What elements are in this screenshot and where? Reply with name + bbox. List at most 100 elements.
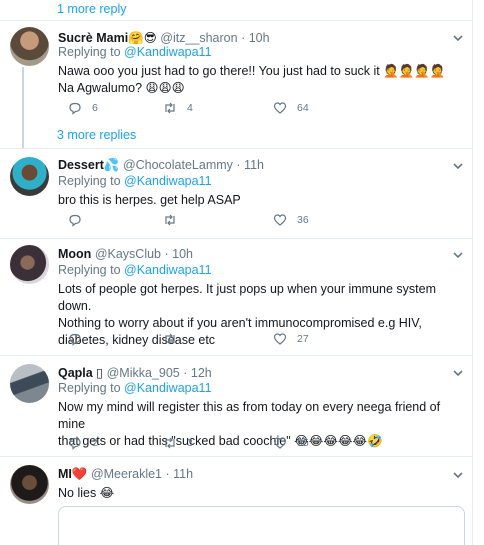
user-handle[interactable]: @ChocolateLammy [123,158,233,172]
tweet-header: MI❤️ @Meerakle1 · 11h [58,467,193,482]
heart-icon [273,333,287,345]
like-count: 27 [297,333,309,345]
tweet-text: No lies 😂 [58,485,466,502]
chevron-down-icon[interactable] [451,248,465,262]
tweet-text: Nawa ooo you just had to go there!! You … [58,63,466,97]
display-name[interactable]: Sucrè Mami [58,31,128,45]
reply-thread: 1 more reply Sucrè Mami🤗😎 @itz__sharon ·… [0,0,473,545]
separator-dot: · [183,366,188,380]
reply-button[interactable]: 6 [68,101,98,115]
avatar[interactable] [10,27,49,66]
replying-to-prefix: Replying to [58,381,125,395]
timestamp[interactable]: 10h [172,247,193,261]
separator-dot: · [236,158,241,172]
reply-tweet[interactable]: Moon @KaysClub · 10h Replying to @Kandiw… [0,239,473,356]
display-name[interactable]: Dessert [58,158,104,172]
timestamp[interactable]: 11h [173,467,193,481]
tweet-text-line: bro this is herpes. get help ASAP [58,193,241,207]
timestamp[interactable]: 10h [249,31,270,45]
name-emoji: ▯ [96,366,104,380]
tweet-header: Moon @KaysClub · 10h [58,247,193,261]
display-name[interactable]: Moon [58,247,91,261]
chevron-down-icon[interactable] [451,159,465,173]
reply-tweet[interactable]: Dessert💦 @ChocolateLammy · 11h Replying … [0,149,473,239]
chevron-down-icon[interactable] [451,366,465,380]
avatar[interactable] [10,465,49,504]
replying-to-prefix: Replying to [58,174,125,188]
name-emoji: 🤗😎 [128,31,157,45]
like-button[interactable]: 36 [273,213,309,227]
chevron-down-icon[interactable] [451,31,465,45]
tweet-text-line: No lies 😂 [58,486,115,500]
reply-count: 2 [92,437,98,449]
tweet-text-line: Nawa ooo you just had to go there!! You … [58,64,446,78]
like-button[interactable]: 85 [273,436,309,450]
name-emoji: ❤️ [71,467,88,481]
user-handle[interactable]: @Meerakle1 [91,467,162,481]
avatar[interactable] [10,245,49,284]
replying-to: Replying to @Kandiwapa11 [58,174,212,188]
reply-button[interactable] [68,332,92,346]
tweet-text: bro this is herpes. get help ASAP [58,192,466,209]
retweet-button[interactable] [163,332,187,346]
retweet-button[interactable]: 3 [163,436,193,450]
reply-count: 6 [92,102,98,114]
tweet-text-line: Na Agwalumo? 😩😩😩 [58,81,185,95]
replying-to-link[interactable]: @Kandiwapa11 [124,381,212,395]
reply-icon [69,437,81,450]
embedded-card[interactable] [58,506,465,545]
replying-to-link[interactable]: @Kandiwapa11 [124,174,212,188]
name-emoji: 💦 [103,158,120,172]
retweet-icon [165,437,175,449]
reply-button[interactable]: 2 [68,436,98,450]
thread-connector [22,67,24,149]
display-name[interactable]: MI [58,467,72,481]
heart-icon [273,214,287,226]
timestamp[interactable]: 12h [191,366,212,380]
replying-to-link[interactable]: @Kandiwapa11 [124,45,212,59]
replying-to-prefix: Replying to [58,45,125,59]
reply-icon [69,102,81,115]
reply-button[interactable] [68,213,92,227]
user-handle[interactable]: @itz__sharon [160,31,237,45]
retweet-count: 3 [187,437,193,449]
timestamp[interactable]: 11h [244,158,264,172]
show-more-replies-link[interactable]: 1 more reply [57,2,126,16]
user-handle[interactable]: @Mikka_905 [107,366,180,380]
chevron-down-icon[interactable] [451,468,465,482]
replying-to-link[interactable]: @Kandiwapa11 [124,263,212,277]
avatar[interactable] [10,364,49,403]
replying-to: Replying to @Kandiwapa11 [58,45,212,59]
tweet-actions: 6 4 64 [68,101,348,117]
like-button[interactable]: 64 [273,101,309,115]
reply-icon [69,214,81,227]
tweet-actions: 2 3 85 [68,436,348,452]
retweet-count: 4 [187,102,193,114]
separator-dot: · [165,467,170,481]
tweet-text-line: Now my mind will register this as from t… [58,400,441,431]
replying-to: Replying to @Kandiwapa11 [58,381,212,395]
retweet-button[interactable]: 4 [163,101,193,115]
tweet-header: Qapla ▯ @Mikka_905 · 12h [58,365,212,380]
separator-dot: · [164,247,169,261]
tweet-text-line: Lots of people got herpes. It just pops … [58,282,436,313]
user-handle[interactable]: @KaysClub [95,247,161,261]
reply-icon [69,333,81,346]
like-button[interactable]: 27 [273,332,309,346]
reply-tweet[interactable]: Qapla ▯ @Mikka_905 · 12h Replying to @Ka… [0,356,473,457]
retweet-icon [165,333,175,345]
like-count: 36 [297,214,309,226]
replying-to-prefix: Replying to [58,263,125,277]
tweet-header: Sucrè Mami🤗😎 @itz__sharon · 10h [58,30,270,46]
tweet-actions: 27 [68,332,348,348]
tweet-text-line: Nothing to worry about if you aren't imm… [58,316,422,330]
separator-dot: · [241,31,246,45]
avatar[interactable] [10,157,49,196]
retweet-icon [165,102,175,114]
tweet-header: Dessert💦 @ChocolateLammy · 11h [58,158,264,173]
show-more-replies-link[interactable]: 3 more replies [57,128,136,142]
display-name[interactable]: Qapla [58,366,93,380]
replying-to: Replying to @Kandiwapa11 [58,263,212,277]
retweet-button[interactable] [163,213,187,227]
like-count: 85 [297,437,309,449]
